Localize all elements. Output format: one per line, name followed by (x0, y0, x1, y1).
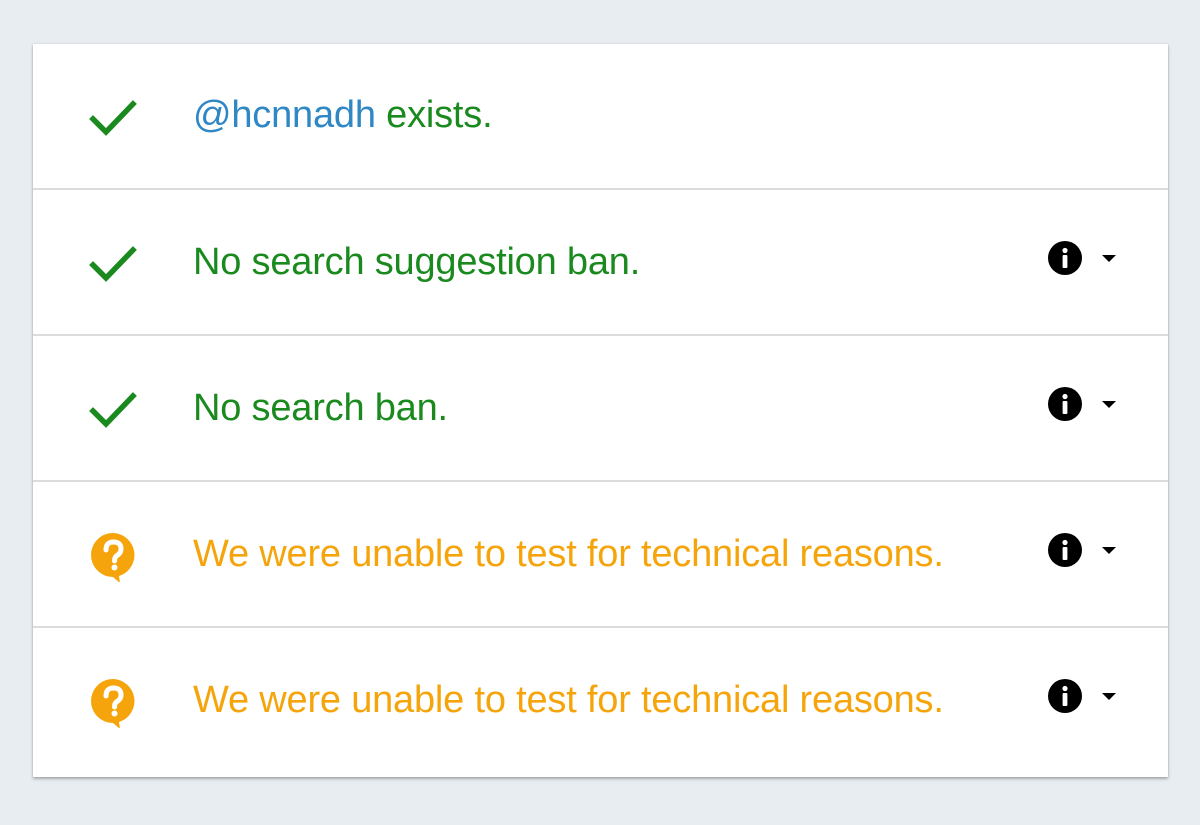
check-icon (87, 92, 139, 144)
result-row-account-exists: @hcnnadh exists. (33, 44, 1168, 190)
question-bubble-icon (87, 530, 139, 582)
user-handle[interactable]: @hcnnadh (193, 94, 376, 136)
check-icon (87, 238, 139, 290)
result-message: We were unable to test for technical rea… (193, 533, 944, 575)
info-icon[interactable] (1048, 679, 1082, 713)
result-row-unknown-1: We were unable to test for technical rea… (33, 482, 1168, 628)
info-icon[interactable] (1048, 241, 1082, 275)
chevron-down-icon[interactable] (1100, 544, 1118, 556)
result-message: @hcnnadh exists. (193, 93, 493, 137)
question-bubble-icon (87, 676, 139, 728)
row-controls (1048, 238, 1118, 278)
info-icon[interactable] (1048, 387, 1082, 421)
result-row-search-suggestion-ban: No search suggestion ban. (33, 190, 1168, 336)
result-message: No search ban. (193, 387, 448, 429)
row-controls (1048, 384, 1118, 424)
row-controls (1048, 530, 1118, 570)
check-icon (87, 384, 139, 436)
chevron-down-icon[interactable] (1100, 252, 1118, 264)
chevron-down-icon[interactable] (1100, 398, 1118, 410)
result-message: No search suggestion ban. (193, 241, 641, 283)
info-icon[interactable] (1048, 533, 1082, 567)
chevron-down-icon[interactable] (1100, 690, 1118, 702)
result-row-search-ban: No search ban. (33, 336, 1168, 482)
row-controls (1048, 676, 1118, 716)
results-card: @hcnnadh exists. No search suggestion ba… (33, 44, 1168, 777)
result-row-unknown-2: We were unable to test for technical rea… (33, 628, 1168, 775)
result-text: exists. (375, 94, 493, 136)
result-message: We were unable to test for technical rea… (193, 679, 944, 721)
